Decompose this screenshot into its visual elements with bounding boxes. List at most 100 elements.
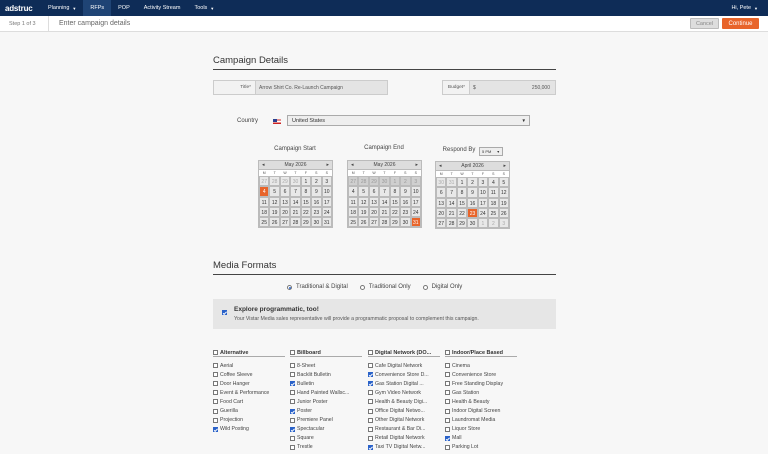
media-format-option[interactable]: Guerilla (213, 406, 285, 415)
calendar-day[interactable]: 10 (321, 186, 332, 197)
format-checkbox[interactable] (368, 408, 373, 414)
calendar-day[interactable]: 31 (446, 177, 457, 188)
format-checkbox[interactable] (213, 426, 218, 432)
calendar-day[interactable]: 26 (269, 217, 280, 228)
media-format-option[interactable]: Restaurant & Bar Di... (368, 425, 440, 434)
prev-month-icon[interactable]: ◂ (351, 162, 354, 168)
format-checkbox[interactable] (368, 381, 373, 387)
calendar-day[interactable]: 5 (358, 186, 369, 197)
format-checkbox[interactable] (445, 372, 450, 378)
calendar-day[interactable]: 23 (400, 206, 411, 218)
calendar-day[interactable]: 21 (446, 207, 457, 219)
media-format-option[interactable]: Door Hanger (213, 379, 285, 388)
calendar-day[interactable]: 24 (477, 207, 489, 219)
calendar-day[interactable]: 4 (488, 177, 499, 188)
calendar-day[interactable]: 15 (456, 197, 468, 208)
format-checkbox[interactable] (445, 381, 450, 387)
media-column-header[interactable]: Digital Network (DO... (368, 349, 440, 357)
media-format-option[interactable]: Wild Posting (213, 425, 285, 434)
prev-month-icon[interactable]: ◂ (262, 162, 265, 168)
calendar-day[interactable]: 27 (368, 217, 380, 228)
calendar-day[interactable]: 14 (446, 197, 457, 208)
calendar-day[interactable]: 14 (290, 196, 301, 207)
media-format-option[interactable]: Parking Lot (445, 443, 517, 452)
calendar-day[interactable]: 24 (321, 206, 332, 218)
calendar-day[interactable]: 22 (456, 207, 468, 219)
format-checkbox[interactable] (368, 417, 373, 423)
calendar-day[interactable]: 28 (358, 176, 369, 187)
calendar-day[interactable]: 12 (498, 187, 509, 198)
format-checkbox[interactable] (290, 417, 295, 423)
calendar-day[interactable]: 28 (290, 217, 301, 228)
media-format-option[interactable]: Indoor Digital Screen (445, 406, 517, 415)
nav-activity-stream[interactable]: Activity Stream (137, 0, 188, 16)
calendar-day[interactable]: 2 (488, 218, 499, 229)
next-month-icon[interactable]: ▸ (503, 163, 506, 169)
format-checkbox[interactable] (368, 444, 373, 450)
calendar-day[interactable]: 21 (379, 206, 390, 218)
country-select[interactable]: United States ▼ (287, 115, 530, 126)
calendar-day[interactable]: 6 (368, 186, 380, 197)
calendar-day[interactable]: 9 (400, 186, 411, 197)
format-checkbox[interactable] (445, 390, 450, 396)
calendar-day[interactable]: 3 (321, 176, 332, 187)
calendar-day[interactable]: 26 (358, 217, 369, 228)
media-format-option[interactable]: Retail Digital Network (368, 434, 440, 443)
nav-pop[interactable]: POP (111, 0, 137, 16)
calendar-day[interactable]: 19 (498, 197, 509, 208)
calendar-day[interactable]: 8 (389, 186, 401, 197)
calendar-day[interactable]: 11 (488, 187, 499, 198)
calendar-day[interactable]: 16 (400, 196, 411, 207)
calendar-day[interactable]: 28 (269, 176, 280, 187)
calendar-day[interactable]: 31 (321, 217, 332, 228)
calendar-day[interactable]: 23 (311, 206, 322, 218)
media-format-option[interactable]: Coffee Sleeve (213, 370, 285, 379)
media-format-option[interactable]: Food Cart (213, 397, 285, 406)
format-checkbox[interactable] (445, 435, 450, 441)
media-format-option[interactable]: Square (290, 434, 362, 443)
calendar-day[interactable]: 27 (348, 176, 359, 187)
media-column-header[interactable]: Alternative (213, 349, 285, 357)
calendar-day[interactable]: 3 (498, 218, 509, 229)
media-format-option[interactable]: Convenience Store D... (368, 370, 440, 379)
category-checkbox[interactable] (445, 350, 450, 355)
format-checkbox[interactable] (290, 363, 295, 369)
calendar-day[interactable]: 18 (488, 197, 499, 208)
media-format-option[interactable]: Premiere Panel (290, 416, 362, 425)
calendar-day[interactable]: 5 (269, 186, 280, 197)
next-month-icon[interactable]: ▸ (415, 162, 418, 168)
format-checkbox[interactable] (445, 363, 450, 369)
radio-digital-only[interactable]: Digital Only (422, 284, 462, 290)
format-checkbox[interactable] (213, 408, 218, 414)
calendar-day[interactable]: 2 (311, 176, 322, 187)
calendar-day[interactable]: 14 (379, 196, 390, 207)
calendar-day[interactable]: 25 (348, 217, 359, 228)
format-checkbox[interactable] (368, 399, 373, 405)
calendar-day[interactable]: 18 (259, 206, 270, 218)
calendar-day[interactable]: 17 (410, 196, 421, 207)
calendar-day[interactable]: 10 (477, 187, 489, 198)
user-menu[interactable]: Hi, Pete ▼ (731, 0, 758, 16)
calendar-day[interactable]: 7 (290, 186, 301, 197)
calendar-day[interactable]: 30 (379, 176, 390, 187)
media-format-option[interactable]: Gas Station Digital ... (368, 379, 440, 388)
format-checkbox[interactable] (290, 426, 295, 432)
nav-rfps[interactable]: RFPs (83, 0, 112, 16)
calendar-day[interactable]: 9 (467, 187, 478, 198)
calendar-day[interactable]: 12 (269, 196, 280, 207)
format-checkbox[interactable] (445, 426, 450, 432)
calendar-day[interactable]: 25 (488, 207, 499, 219)
format-checkbox[interactable] (213, 417, 218, 423)
calendar-day[interactable]: 12 (358, 196, 369, 207)
format-checkbox[interactable] (290, 372, 295, 378)
media-format-option[interactable]: Laundromat Media (445, 416, 517, 425)
calendar-day[interactable]: 23 (467, 207, 478, 219)
format-checkbox[interactable] (290, 444, 295, 450)
calendar-day[interactable]: 6 (279, 186, 291, 197)
calendar-day[interactable]: 15 (389, 196, 401, 207)
respond-time-select[interactable]: 5 PM ▼ (479, 147, 503, 156)
media-format-option[interactable]: Taxi TV Digital Netw... (368, 443, 440, 452)
calendar-day[interactable]: 27 (436, 218, 447, 229)
calendar-day[interactable]: 2 (467, 177, 478, 188)
format-checkbox[interactable] (290, 390, 295, 396)
